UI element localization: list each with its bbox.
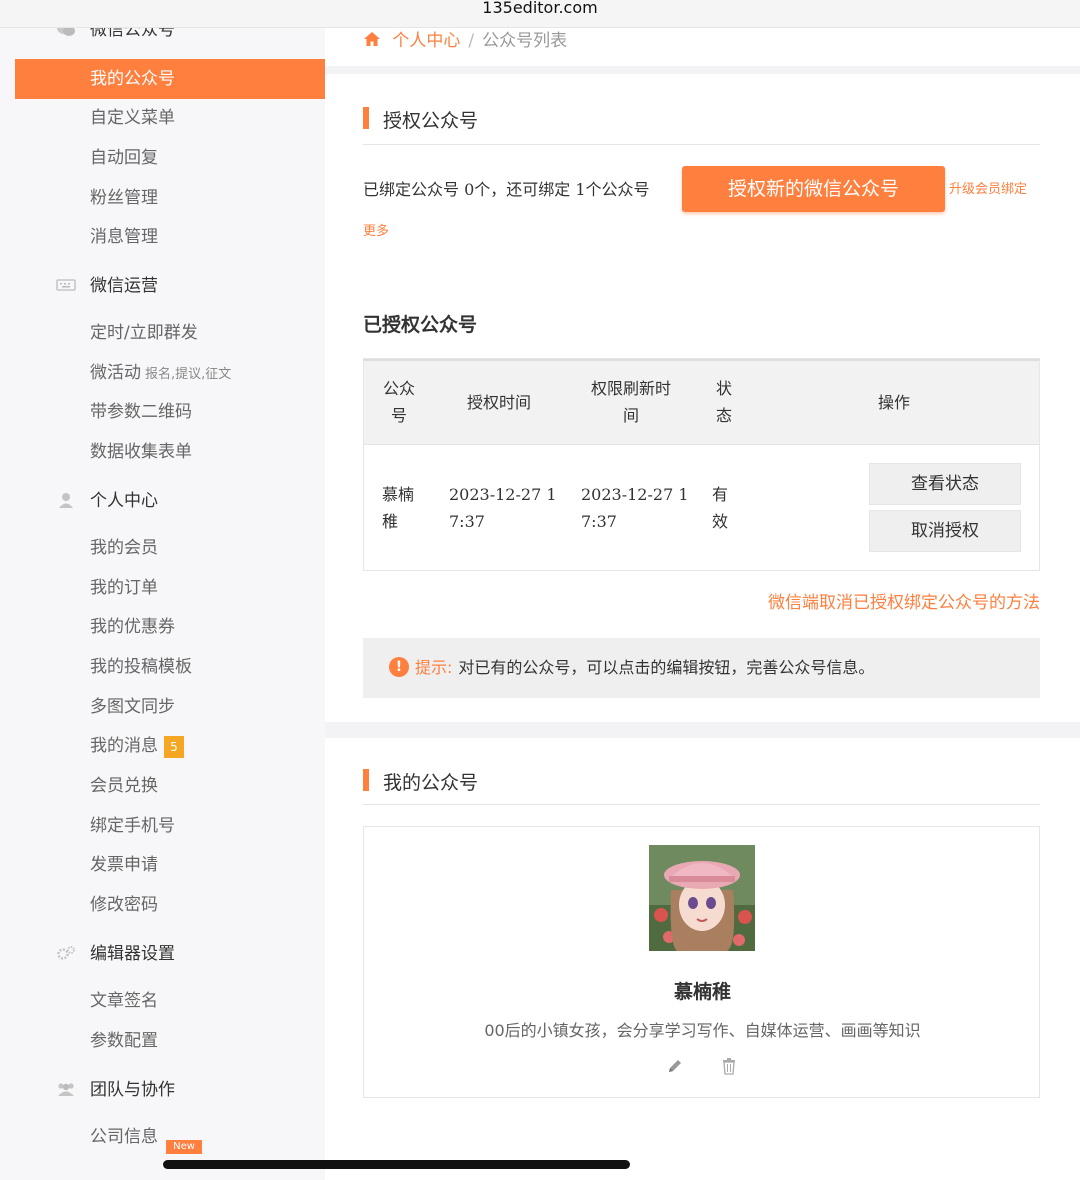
cell-refresh-time: 2023-12-27 1 7:37: [581, 485, 689, 531]
home-indicator: [163, 1160, 630, 1169]
sidebar-item-bind-phone[interactable]: 绑定手机号: [90, 816, 175, 836]
sidebar-item-qrcode[interactable]: 带参数二维码: [90, 402, 192, 422]
team-icon: [56, 1081, 76, 1097]
sidebar-item-redeem[interactable]: 会员兑换: [90, 776, 158, 796]
tip-box: ! 提示: 对已有的公众号，可以点击的编辑按钮，完善公众号信息。: [363, 638, 1040, 698]
home-icon[interactable]: [363, 31, 392, 51]
tip-text: 对已有的公众号，可以点击的编辑按钮，完善公众号信息。: [458, 658, 875, 677]
breadcrumb-home[interactable]: 个人中心: [392, 31, 460, 51]
my-accounts-panel: 我的公众号 慕楠稚 00后的小镇女孩，会分享学习写作、自媒体运营、画画等知识: [325, 738, 1080, 1180]
account-description: 00后的小镇女孩，会分享学习写作、自媒体运营、画画等知识: [484, 1021, 921, 1040]
account-avatar[interactable]: [649, 845, 755, 951]
new-tag: New: [166, 1140, 202, 1154]
sidebar-item-company-info[interactable]: 公司信息: [90, 1127, 158, 1147]
sidebar-item-custom-menu[interactable]: 自定义菜单: [90, 108, 175, 128]
sidebar-item-membership[interactable]: 我的会员: [90, 538, 158, 558]
sidebar: 微信公众号 我的公众号 自定义菜单 自动回复 粉丝管理 消息管理 微信运营 定时…: [0, 28, 325, 1180]
sidebar-item-mass-send[interactable]: 定时/立即群发: [90, 323, 198, 343]
warning-icon: !: [389, 657, 409, 677]
edit-icon[interactable]: [666, 1057, 684, 1075]
account-name: 慕楠稚: [673, 981, 731, 1003]
gears-icon: [56, 945, 76, 961]
sidebar-item-signature[interactable]: 文章签名: [90, 991, 158, 1011]
breadcrumb-bar: 个人中心 / 公众号列表: [325, 28, 1080, 66]
sidebar-group-editor-settings[interactable]: 编辑器设置: [56, 944, 175, 964]
main-content: 个人中心 / 公众号列表 授权公众号 已绑定公众号 0个，还可绑定 1个公众号 授权…: [325, 28, 1080, 1180]
col-header-account: 公众号: [382, 379, 415, 425]
account-card: 慕楠稚 00后的小镇女孩，会分享学习写作、自媒体运营、画画等知识: [363, 826, 1040, 1098]
url-text: 135editor.com: [482, 0, 598, 17]
col-header-auth-time: 授权时间: [466, 393, 531, 412]
authorize-new-account-button[interactable]: 授权新的微信公众号: [682, 166, 945, 212]
section-title-authorize: 授权公众号: [363, 106, 478, 133]
sidebar-item-messages-mgmt[interactable]: 消息管理: [90, 227, 158, 247]
upgrade-more-link[interactable]: 更多: [363, 220, 389, 239]
sidebar-group-personal[interactable]: 个人中心: [56, 491, 158, 511]
cell-auth-time: 2023-12-27 1 7:37: [449, 485, 557, 531]
cell-account-name: 慕楠稚: [382, 485, 415, 531]
section-title-authorized: 已授权公众号: [363, 314, 478, 336]
sidebar-item-change-password[interactable]: 修改密码: [90, 895, 158, 915]
sidebar-item-invoice[interactable]: 发票申请: [90, 855, 158, 875]
col-header-status: 状态: [715, 379, 732, 425]
sidebar-item-auto-reply[interactable]: 自动回复: [90, 148, 158, 168]
delete-icon[interactable]: [720, 1057, 738, 1075]
sidebar-group-wechat[interactable]: 微信公众号: [56, 28, 175, 40]
sidebar-group-operations[interactable]: 微信运营: [56, 276, 158, 296]
sidebar-item-my-accounts[interactable]: 我的公众号: [15, 59, 325, 99]
wechat-icon: [56, 28, 76, 37]
tip-label: 提示:: [415, 658, 453, 677]
col-header-refresh-time: 权限刷新时间: [590, 379, 671, 425]
upgrade-member-link[interactable]: 升级会员绑定: [949, 178, 1027, 197]
table-header: 公众号 授权时间 权限刷新时间 状态 操作: [364, 359, 1039, 445]
user-icon: [56, 492, 76, 508]
col-header-operation: 操作: [877, 393, 910, 412]
section-title-my-accounts: 我的公众号: [363, 768, 478, 795]
sidebar-item-data-form[interactable]: 数据收集表单: [90, 442, 192, 462]
sidebar-item-fans[interactable]: 粉丝管理: [90, 188, 158, 208]
view-status-button[interactable]: 查看状态: [869, 463, 1021, 505]
sidebar-item-my-messages[interactable]: 我的消息 5: [90, 736, 184, 758]
divider: [363, 804, 1040, 805]
cancel-authorization-button[interactable]: 取消授权: [869, 510, 1021, 552]
sidebar-item-orders[interactable]: 我的订单: [90, 578, 158, 598]
sidebar-group-team[interactable]: 团队与协作: [56, 1080, 175, 1100]
keyboard-icon: [56, 277, 76, 293]
sidebar-item-coupons[interactable]: 我的优惠券: [90, 617, 175, 637]
breadcrumb-separator: /: [468, 31, 475, 51]
cancel-method-link[interactable]: 微信端取消已授权绑定公众号的方法: [768, 588, 1040, 613]
sidebar-item-micro-activity[interactable]: 微活动 报名,提议,征文: [90, 363, 231, 385]
browser-url-bar[interactable]: 135editor.com: [0, 0, 1080, 28]
sidebar-item-templates[interactable]: 我的投稿模板: [90, 657, 192, 677]
breadcrumb: 个人中心 / 公众号列表: [363, 26, 567, 51]
breadcrumb-current: 公众号列表: [482, 31, 568, 51]
sidebar-item-multi-sync[interactable]: 多图文同步: [90, 697, 175, 717]
divider: [363, 144, 1040, 145]
cell-status: 有效: [712, 485, 729, 531]
authorize-panel: 授权公众号 已绑定公众号 0个，还可绑定 1个公众号 授权新的微信公众号 升级会…: [325, 74, 1080, 722]
bind-status-text: 已绑定公众号 0个，还可绑定 1个公众号: [363, 180, 650, 199]
sidebar-item-params[interactable]: 参数配置: [90, 1031, 158, 1051]
message-count-badge: 5: [164, 736, 184, 758]
authorized-table: 公众号 授权时间 权限刷新时间 状态 操作 慕楠稚 2023-12-27 1 7:…: [363, 358, 1040, 571]
